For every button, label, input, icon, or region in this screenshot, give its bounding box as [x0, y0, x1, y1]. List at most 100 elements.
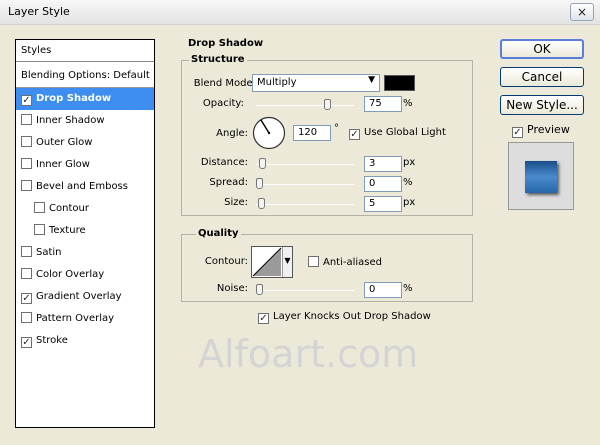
preview-label: Preview [527, 123, 570, 136]
distance-input[interactable]: 3 [364, 156, 402, 172]
checkbox-box[interactable] [21, 180, 32, 191]
preview-swatch [525, 161, 557, 193]
size-unit: px [403, 197, 416, 208]
structure-title: Structure [189, 54, 247, 65]
style-item-label: Satin [36, 247, 62, 258]
checkmark-icon[interactable]: ✓ [21, 293, 32, 304]
noise-input[interactable]: 0 [364, 282, 402, 298]
opacity-input[interactable]: 75 [364, 96, 402, 112]
spread-unit: % [403, 177, 413, 188]
style-item[interactable]: Texture [16, 220, 154, 242]
opacity-label: Opacity: [202, 98, 244, 109]
style-item[interactable]: Bevel and Emboss [16, 176, 154, 198]
angle-input[interactable]: 120 [293, 125, 331, 141]
style-item-label: Color Overlay [36, 269, 105, 280]
ok-button[interactable]: OK [500, 39, 584, 59]
angle-dial[interactable] [252, 116, 286, 150]
spread-slider-thumb[interactable] [256, 178, 263, 189]
anti-aliased-label: Anti-aliased [323, 257, 383, 268]
style-item[interactable]: Pattern Overlay [16, 308, 154, 330]
anti-aliased-checkbox[interactable]: Anti-aliased [308, 256, 382, 268]
style-item[interactable]: Contour [16, 198, 154, 220]
checkmark-icon[interactable]: ✓ [21, 95, 32, 106]
chevron-down-icon: ▼ [282, 247, 292, 277]
close-button[interactable]: × [570, 3, 594, 21]
distance-slider[interactable] [256, 164, 354, 165]
blend-mode-value: Multiply [257, 77, 297, 88]
style-item[interactable]: Outer Glow [16, 132, 154, 154]
size-slider[interactable] [256, 204, 354, 205]
preview-checkbox[interactable]: ✓ Preview [512, 123, 570, 138]
drop-shadow-title: Drop Shadow [186, 38, 266, 49]
distance-slider-thumb[interactable] [258, 158, 266, 169]
new-style-button[interactable]: New Style... [500, 95, 584, 115]
opacity-slider-thumb[interactable] [324, 99, 332, 110]
distance-label: Distance: [200, 157, 248, 168]
spread-label: Spread: [209, 177, 248, 188]
style-item[interactable]: Inner Glow [16, 154, 154, 176]
style-item-label: Inner Shadow [36, 115, 105, 126]
preview-thumbnail [508, 142, 574, 210]
contour-picker[interactable]: ▼ [251, 246, 293, 278]
checkbox-box[interactable] [21, 114, 32, 125]
style-item-label: Bevel and Emboss [36, 181, 128, 192]
checkbox-box[interactable] [21, 158, 32, 169]
style-item-label: Stroke [36, 335, 68, 346]
checkmark-icon: ✓ [349, 129, 360, 140]
style-item-label: Texture [49, 225, 86, 236]
blending-options-item[interactable]: Blending Options: Default [16, 65, 154, 87]
chevron-down-icon: ▼ [368, 75, 375, 85]
checkbox-box [308, 256, 319, 267]
style-item[interactable]: ✓ Gradient Overlay [16, 286, 154, 308]
angle-label: Angle: [216, 128, 248, 139]
style-item[interactable]: Satin [16, 242, 154, 264]
style-item-label: Pattern Overlay [36, 313, 115, 324]
size-input[interactable]: 5 [364, 196, 402, 212]
quality-group: Quality Contour: ▼ Anti-aliased Noise: 0… [181, 228, 473, 302]
checkmark-icon: ✓ [258, 313, 269, 324]
size-slider-thumb[interactable] [257, 198, 265, 209]
checkbox-box[interactable] [21, 246, 32, 257]
noise-unit: % [403, 283, 413, 294]
noise-slider[interactable] [256, 290, 354, 291]
checkbox-box[interactable] [34, 202, 45, 213]
checkbox-box[interactable] [21, 312, 32, 323]
checkbox-box[interactable] [21, 268, 32, 279]
styles-header[interactable]: Styles [16, 40, 154, 62]
shadow-color-swatch[interactable] [384, 75, 415, 91]
layer-knocks-out-label: Layer Knocks Out Drop Shadow [273, 311, 431, 322]
noise-slider-thumb[interactable] [256, 284, 263, 295]
style-item-label: Inner Glow [36, 159, 90, 170]
style-item[interactable]: ✓ Stroke [16, 330, 154, 352]
checkmark-icon: ✓ [512, 127, 523, 138]
checkmark-icon[interactable]: ✓ [21, 337, 32, 348]
size-label: Size: [224, 197, 248, 208]
blend-mode-select[interactable]: Multiply ▼ [252, 74, 380, 92]
opacity-unit: % [403, 98, 413, 109]
layer-style-dialog: Layer Style × Styles Blending Options: D… [0, 0, 600, 445]
quality-title: Quality [196, 228, 241, 239]
style-item-label: Gradient Overlay [36, 291, 122, 302]
angle-unit: ° [334, 123, 339, 134]
style-item[interactable]: ✓ Drop Shadow [16, 88, 154, 110]
layer-knocks-out-checkbox[interactable]: ✓ Layer Knocks Out Drop Shadow [258, 311, 431, 324]
opacity-slider[interactable] [256, 105, 354, 106]
checkbox-box[interactable] [21, 136, 32, 147]
spread-slider[interactable] [256, 184, 354, 185]
contour-label: Contour: [204, 256, 248, 267]
style-item[interactable]: Color Overlay [16, 264, 154, 286]
use-global-light-checkbox[interactable]: ✓ Use Global Light [349, 127, 446, 140]
contour-curve-icon [252, 247, 282, 277]
distance-unit: px [403, 157, 416, 168]
cancel-button[interactable]: Cancel [500, 67, 584, 87]
styles-list: Styles Blending Options: Default ✓ Drop S… [15, 39, 155, 428]
title-bar: Layer Style × [0, 0, 600, 25]
checkbox-box[interactable] [34, 224, 45, 235]
style-item[interactable]: Inner Shadow [16, 110, 154, 132]
style-item-label: Contour [49, 203, 89, 214]
blend-mode-label: Blend Mode: [193, 78, 256, 89]
use-global-light-label: Use Global Light [364, 127, 446, 138]
style-item-label: Outer Glow [36, 137, 93, 148]
spread-input[interactable]: 0 [364, 176, 402, 192]
style-item-label: Drop Shadow [36, 93, 112, 104]
